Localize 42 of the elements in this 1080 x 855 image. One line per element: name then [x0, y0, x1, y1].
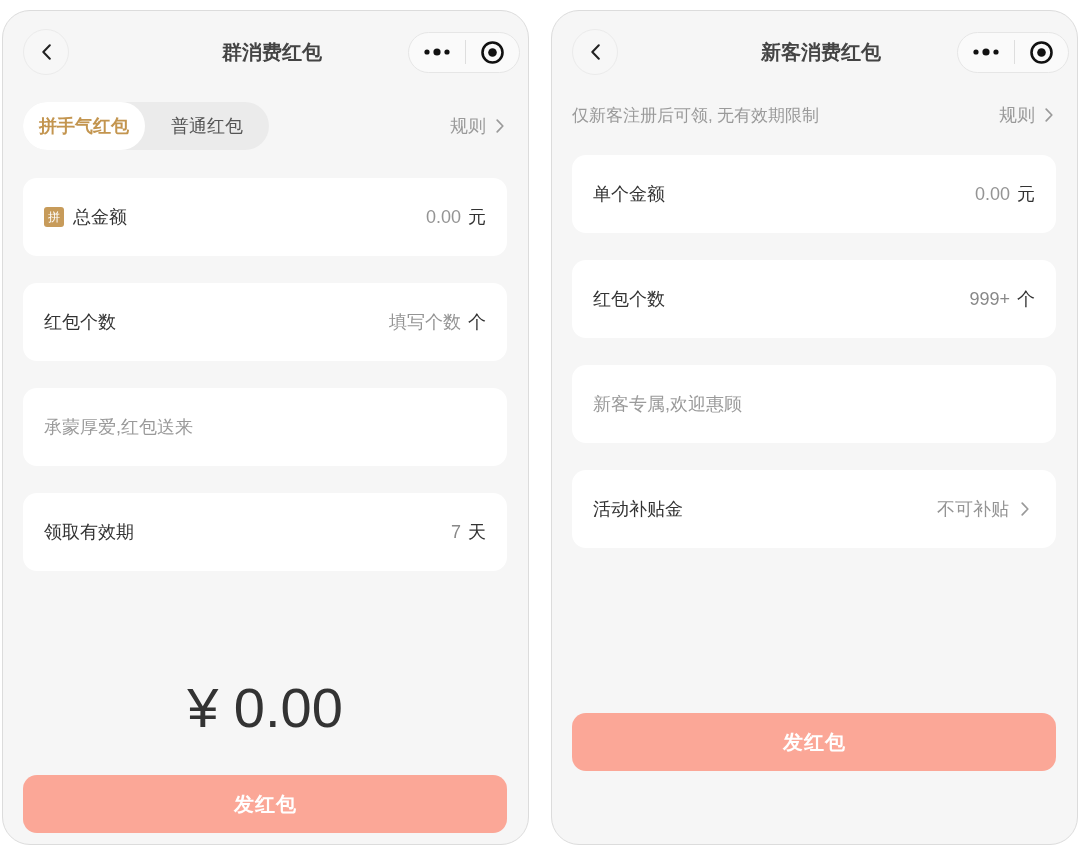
- rules-link[interactable]: 规则: [450, 114, 504, 138]
- send-button[interactable]: 发红包: [23, 775, 507, 833]
- more-icon[interactable]: [424, 48, 451, 56]
- select-value: 不可补贴: [937, 498, 1009, 521]
- chevron-right-icon: [496, 119, 504, 133]
- total-amount: ¥ 0.00: [187, 676, 343, 740]
- target-icon[interactable]: [480, 40, 504, 64]
- number-input[interactable]: 填写个数: [389, 310, 461, 334]
- back-button[interactable]: [572, 29, 618, 75]
- unit-label: 个: [1017, 288, 1035, 311]
- number-input[interactable]: 7: [451, 521, 461, 543]
- unit-label: 个: [468, 311, 486, 334]
- more-icon[interactable]: [973, 48, 1000, 56]
- target-icon[interactable]: [1029, 40, 1053, 64]
- field-label: 红包个数: [593, 288, 665, 311]
- send-button[interactable]: 发红包: [572, 713, 1056, 771]
- unit-label: 天: [468, 521, 486, 544]
- rules-link[interactable]: 规则: [999, 103, 1053, 127]
- field-label: 领取有效期: [44, 521, 134, 544]
- message-input[interactable]: 承蒙厚爱,红包送来: [23, 388, 507, 466]
- number-input[interactable]: 0.00: [425, 206, 461, 228]
- chevron-left-icon: [590, 44, 600, 60]
- number-input[interactable]: 0.00: [974, 183, 1010, 205]
- message-input[interactable]: 新客专属,欢迎惠顾: [572, 365, 1056, 443]
- type-badge: 拼: [44, 207, 64, 227]
- unit-label: 元: [468, 206, 486, 229]
- tab[interactable]: 拼手气红包: [23, 102, 145, 150]
- field-label: 活动补贴金: [593, 498, 683, 521]
- notice-text: 仅新客注册后可领, 无有效期限制: [572, 104, 820, 127]
- chevron-right-icon: [1021, 502, 1029, 516]
- field-label: 总金额: [73, 206, 127, 229]
- chevron-right-icon: [1045, 108, 1053, 122]
- field-label: 红包个数: [44, 311, 116, 334]
- number-input[interactable]: 999+: [969, 288, 1010, 310]
- back-button[interactable]: [23, 29, 69, 75]
- page-title: 新客消费红包: [760, 39, 881, 65]
- chevron-left-icon: [41, 44, 51, 60]
- page-title: 群消费红包: [221, 39, 322, 65]
- select-row[interactable]: 活动补贴金 不可补贴: [572, 470, 1056, 548]
- field-label: 单个金额: [593, 183, 665, 206]
- tab[interactable]: 普通红包: [145, 102, 269, 150]
- unit-label: 元: [1017, 183, 1035, 206]
